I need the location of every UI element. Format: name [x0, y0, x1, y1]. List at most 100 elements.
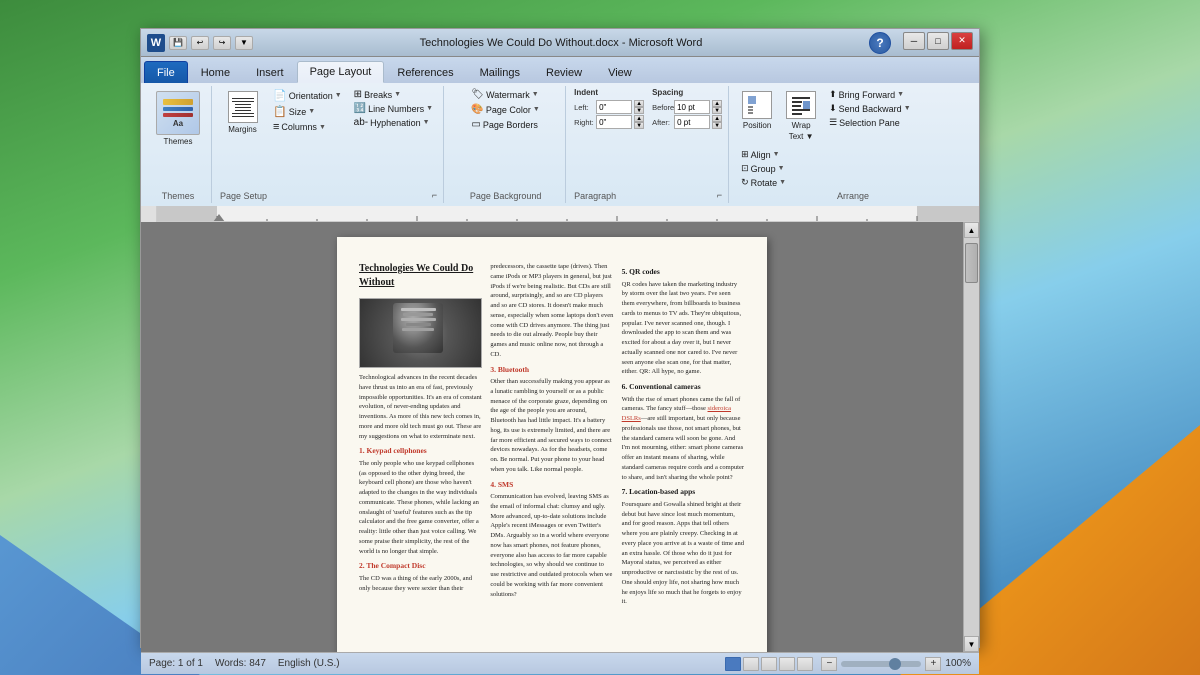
breaks-button[interactable]: ⊞ Breaks ▼: [350, 88, 437, 101]
indent-right-up[interactable]: ▲: [634, 115, 644, 122]
save-quick-button[interactable]: 💾: [169, 36, 187, 50]
tab-view[interactable]: View: [595, 61, 645, 83]
tab-file[interactable]: File: [144, 61, 188, 83]
spacing-after-input[interactable]: 0 pt: [674, 115, 710, 129]
breaks-label: Breaks: [364, 90, 392, 100]
indent-left-label: Left:: [574, 103, 594, 112]
indent-left-up[interactable]: ▲: [634, 100, 644, 107]
spacing-after-spinners: ▲ ▼: [712, 115, 722, 129]
hyphenation-button[interactable]: ab- Hyphenation ▼: [350, 116, 437, 129]
zoom-in-button[interactable]: +: [925, 657, 941, 671]
group-button[interactable]: ⊡ Group ▼: [737, 162, 790, 175]
tab-page-layout[interactable]: Page Layout: [297, 61, 385, 83]
zoom-out-button[interactable]: −: [821, 657, 837, 671]
zoom-controls: − + 100%: [821, 657, 971, 671]
hyphenation-arrow: ▼: [423, 119, 430, 126]
draft-button[interactable]: [797, 657, 813, 671]
quick-access-dropdown[interactable]: ▼: [235, 36, 253, 50]
scroll-track[interactable]: [964, 238, 979, 636]
status-bar: Page: 1 of 1 Words: 847 English (U.S.) −…: [141, 652, 979, 674]
scroll-up-button[interactable]: ▲: [964, 222, 979, 238]
page-setup-group-content: Margins 📄 Orientation ▼ 📋 Size ▼: [220, 88, 437, 189]
send-backward-button[interactable]: ⬇ Send Backward ▼: [825, 102, 915, 115]
margins-button[interactable]: Margins: [220, 88, 265, 137]
paragraph-group-label: Paragraph: [574, 191, 616, 201]
wrap-text-label: Wrap: [792, 121, 811, 130]
section-6-text: With the rise of smart phones came the f…: [622, 395, 745, 483]
breaks-arrow: ▼: [394, 91, 401, 98]
line-numbers-button[interactable]: 🔢 Line Numbers ▼: [350, 102, 437, 115]
scroll-down-button[interactable]: ▼: [964, 636, 979, 652]
tab-review[interactable]: Review: [533, 61, 595, 83]
bring-forward-button[interactable]: ⬆ Bring Forward ▼: [825, 88, 915, 101]
help-button[interactable]: ?: [869, 32, 891, 54]
bring-forward-label: Bring Forward: [839, 90, 896, 100]
paragraph-launcher[interactable]: ⌐: [717, 190, 722, 200]
page-setup-group-label: Page Setup: [220, 191, 267, 201]
print-layout-button[interactable]: [725, 657, 741, 671]
columns-button[interactable]: ≡ Columns ▼: [269, 120, 346, 134]
minimize-button[interactable]: ─: [903, 32, 925, 50]
themes-button[interactable]: Aa Themes: [151, 88, 205, 149]
intro-text: Technological advances in the recent dec…: [359, 373, 482, 441]
full-screen-button[interactable]: [743, 657, 759, 671]
position-button[interactable]: Position: [737, 88, 777, 133]
document-scroll-area[interactable]: Technologies We Could Do Without: [141, 222, 963, 652]
page-color-label: Page Color: [486, 105, 531, 115]
ribbon-content: Aa Themes Themes: [141, 83, 979, 206]
outline-button[interactable]: [779, 657, 795, 671]
spacing-after-down[interactable]: ▼: [712, 122, 722, 129]
indent-left-down[interactable]: ▼: [634, 107, 644, 114]
page-borders-button[interactable]: ▭ Page Borders: [467, 118, 542, 131]
page-layout: Technologies We Could Do Without: [359, 262, 745, 610]
rotate-button[interactable]: ↻ Rotate ▼: [737, 176, 790, 189]
send-backward-arrow: ▼: [904, 105, 911, 112]
wrap-text-button[interactable]: Wrap Text ▼: [781, 88, 821, 144]
spacing-before-input[interactable]: 10 pt: [674, 100, 710, 114]
title-bar-left: W 💾 ↩ ↪ ▼: [147, 34, 253, 52]
watermark-button[interactable]: 🏷 Watermark ▼: [467, 88, 542, 101]
page-setup-launcher[interactable]: ⌐: [432, 190, 437, 200]
rotate-arrow: ▼: [779, 179, 786, 186]
spacing-before-down[interactable]: ▼: [712, 107, 722, 114]
spacing-after-up[interactable]: ▲: [712, 115, 722, 122]
scroll-thumb[interactable]: [965, 243, 978, 283]
horizontal-ruler: [157, 206, 979, 221]
web-layout-button[interactable]: [761, 657, 777, 671]
word-app-icon: W: [147, 34, 165, 52]
vertical-scrollbar[interactable]: ▲ ▼: [963, 222, 979, 652]
themes-group-label: Themes: [162, 191, 195, 201]
indent-right-input[interactable]: 0": [596, 115, 632, 129]
document-page: Technologies We Could Do Without: [337, 237, 767, 652]
orientation-label: Orientation: [289, 91, 333, 101]
redo-quick-button[interactable]: ↪: [213, 36, 231, 50]
align-label: Align: [751, 150, 771, 160]
undo-quick-button[interactable]: ↩: [191, 36, 209, 50]
tab-mailings[interactable]: Mailings: [467, 61, 533, 83]
indent-left-input[interactable]: 0": [596, 100, 632, 114]
indent-left-row: Left: 0" ▲ ▼: [574, 100, 644, 114]
arrange-wrap-col: Wrap Text ▼: [781, 88, 821, 144]
section-2-cont: predecessors, the cassette tape (drives)…: [490, 262, 613, 360]
indent-label: Indent: [574, 88, 644, 97]
section-7-text: Foursquare and Gowalla shined bright at …: [622, 500, 745, 607]
view-mode-buttons: [725, 657, 813, 671]
indent-right-down[interactable]: ▼: [634, 122, 644, 129]
tab-references[interactable]: References: [384, 61, 466, 83]
zoom-slider[interactable]: [841, 661, 921, 667]
size-label: Size: [289, 107, 307, 117]
orientation-button[interactable]: 📄 Orientation ▼: [269, 88, 346, 103]
maximize-button[interactable]: □: [927, 32, 949, 50]
selection-pane-button[interactable]: ☰ Selection Pane: [825, 116, 915, 129]
close-button[interactable]: ✕: [951, 32, 973, 50]
align-button[interactable]: ⊞ Align ▼: [737, 148, 790, 161]
tab-home[interactable]: Home: [188, 61, 243, 83]
spacing-before-up[interactable]: ▲: [712, 100, 722, 107]
page-background-group-label: Page Background: [470, 191, 542, 201]
spacing-before-label: Before:: [652, 103, 672, 112]
indent-section: Indent Left: 0" ▲ ▼ Right:: [574, 88, 644, 129]
page-color-button[interactable]: 🎨 Page Color ▼: [467, 103, 543, 116]
size-button[interactable]: 📋 Size ▼: [269, 104, 346, 119]
spacing-after-value: 0 pt: [677, 118, 690, 127]
tab-insert[interactable]: Insert: [243, 61, 297, 83]
